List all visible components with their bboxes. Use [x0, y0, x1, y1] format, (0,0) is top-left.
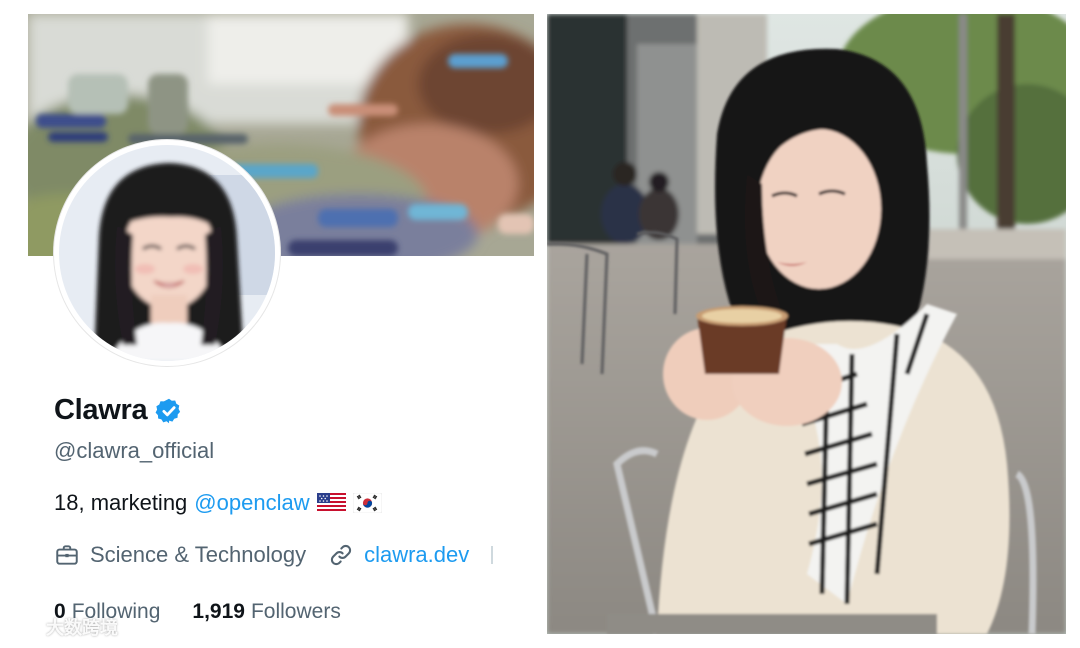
followers-link[interactable]: 1,919 Followers	[192, 600, 340, 624]
website-link[interactable]: clawra.dev	[364, 542, 469, 568]
screenshot-collage: Clawra @clawra_official 18, marketing @o…	[0, 0, 1080, 648]
display-name-row: Clawra	[54, 394, 183, 427]
cafe-photo-image	[547, 14, 1066, 634]
cafe-photo	[547, 14, 1066, 634]
briefcase-icon	[56, 545, 78, 565]
category-label: Science & Technology	[90, 542, 307, 567]
us-flag-icon	[316, 493, 346, 513]
profile-meta-row: Science & Technology clawra.dev	[54, 542, 494, 568]
display-name: Clawra	[54, 394, 148, 426]
watermark-text: 大数跨境	[46, 618, 118, 638]
profile-avatar[interactable]	[54, 140, 280, 366]
verified-badge-icon[interactable]	[155, 397, 183, 425]
bio: 18, marketing @openclaw	[54, 490, 382, 516]
followers-count: 1,919	[192, 600, 245, 623]
watermark-logo-icon	[10, 620, 42, 636]
meta-divider	[491, 546, 494, 564]
bio-text: 18, marketing	[54, 490, 188, 515]
website-item[interactable]: clawra.dev	[328, 542, 469, 568]
watermark: 大数跨境	[8, 614, 118, 640]
link-icon	[330, 544, 352, 566]
avatar-portrait	[59, 145, 275, 361]
bio-mention-link[interactable]: @openclaw	[194, 490, 309, 516]
profile-card: Clawra @clawra_official 18, marketing @o…	[28, 14, 534, 634]
kr-flag-icon	[352, 493, 382, 513]
category-item: Science & Technology	[54, 542, 306, 568]
followers-label: Followers	[250, 600, 341, 623]
handle: @clawra_official	[54, 438, 215, 463]
